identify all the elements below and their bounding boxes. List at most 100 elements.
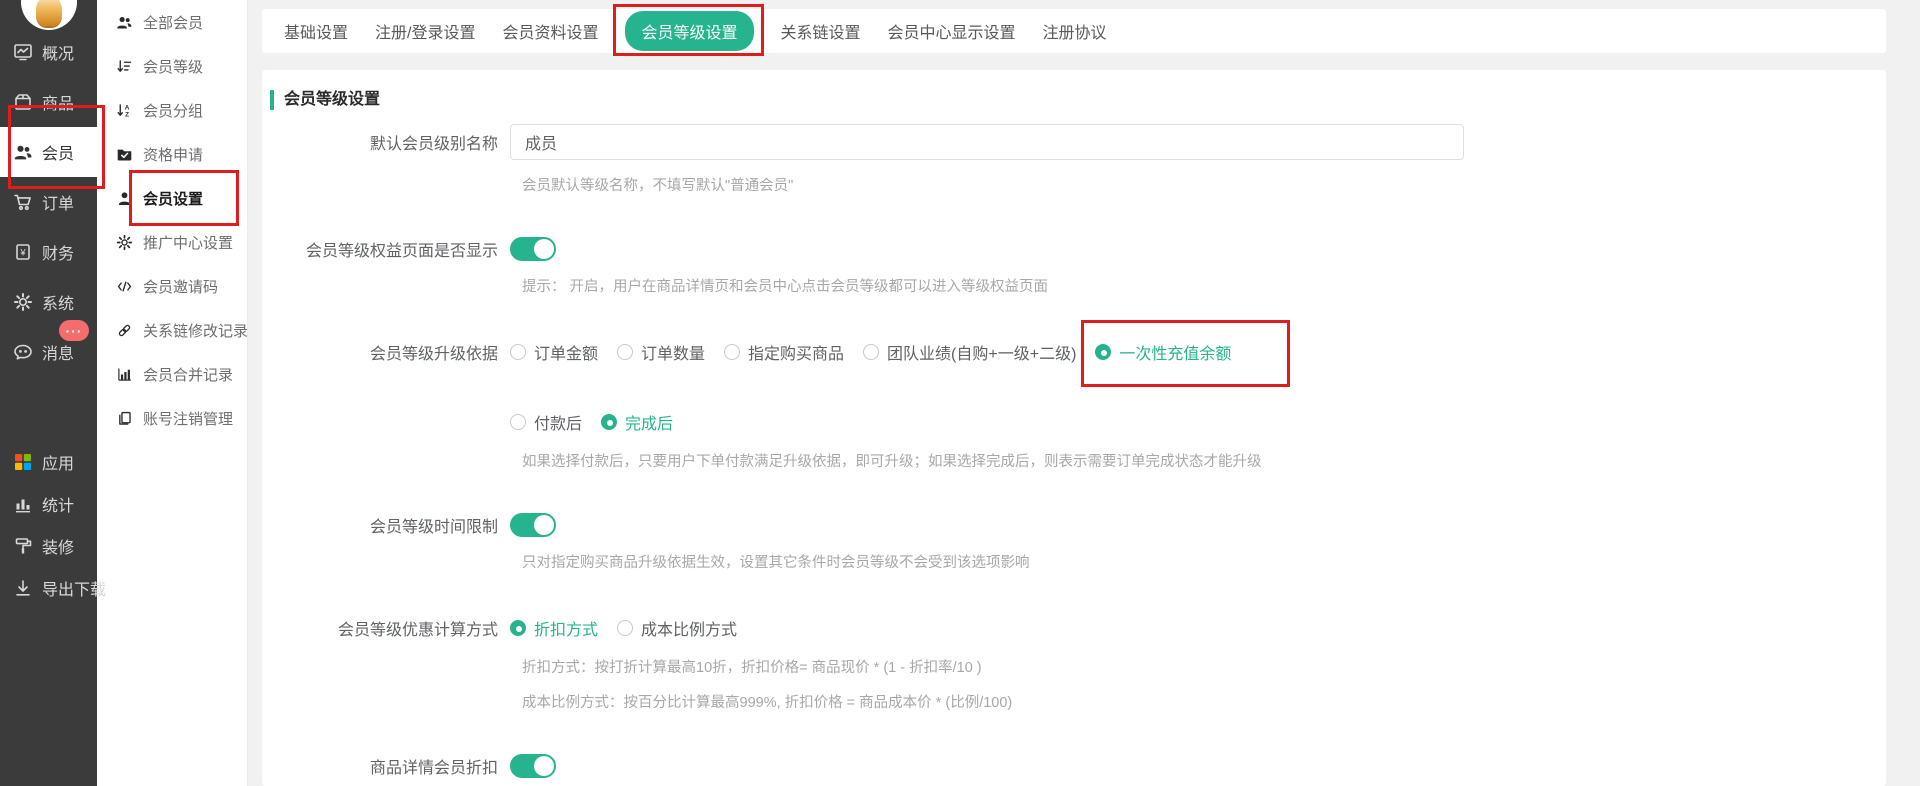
sub-sidebar-item-relation-chain-records[interactable]: 关系链修改记录 — [97, 308, 247, 352]
sub-sidebar-item-member-settings[interactable]: 会员设置 — [97, 176, 247, 220]
radio-option-one-time-recharge[interactable]: 一次性充值余额 — [1095, 340, 1231, 364]
app-root: 概况商品会员订单¥财务系统消息···应用统计装修导出下载 全部会员会员等级AZ会… — [0, 0, 1920, 786]
sub-sidebar-item-member-merge-records[interactable]: 会员合并记录 — [97, 352, 247, 396]
avatar-image — [36, 0, 62, 26]
sidebar-item-消息[interactable]: 消息··· — [0, 327, 97, 377]
gear-icon — [116, 234, 133, 251]
sort-level-icon — [116, 58, 133, 75]
link-icon — [116, 322, 133, 339]
radio-option-after-completion[interactable]: 完成后 — [601, 410, 673, 434]
radio-option-specified-product[interactable]: 指定购买商品 — [724, 340, 844, 364]
form-label-default-level-name: 默认会员级别名称 — [270, 130, 510, 154]
sidebar-item-统计[interactable]: 统计 — [0, 483, 97, 525]
radio-circle — [510, 414, 526, 430]
sidebar-item-label: 订单 — [42, 190, 74, 214]
form-row-upgrade-timing: 付款后 完成后 — [270, 408, 1866, 436]
radio-label: 订单金额 — [534, 340, 598, 364]
sidebar-item-导出下载[interactable]: 导出下载 — [0, 567, 97, 609]
tab-register-agreement[interactable]: 注册协议 — [1043, 19, 1107, 43]
users-icon — [116, 14, 133, 31]
sidebar-item-订单[interactable]: 订单 — [0, 177, 97, 227]
sidebar-item-概况[interactable]: 概况 — [0, 27, 97, 77]
radio-option-order-count[interactable]: 订单数量 — [617, 340, 705, 364]
upgrade-basis-radio-group: 订单金额订单数量指定购买商品 团队业绩(自购+一级+二级) 一次性充值余额 — [510, 338, 1866, 366]
orders-cart-icon — [13, 192, 33, 212]
sidebar-item-装修[interactable]: 装修 — [0, 525, 97, 567]
form-row-benefit-page-visible: 会员等级权益页面是否显示 — [270, 237, 1866, 261]
form-row-level-time-limit: 会员等级时间限制 — [270, 513, 1866, 537]
product-detail-discount-toggle[interactable] — [510, 754, 556, 778]
radio-label: 付款后 — [534, 410, 582, 434]
sidebar-item-系统[interactable]: 系统 — [0, 277, 97, 327]
radio-option-discount-mode[interactable]: 折扣方式 — [510, 616, 598, 640]
radio-option-cost-ratio-mode[interactable]: 成本比例方式 — [617, 616, 737, 640]
radio-option-after-payment[interactable]: 付款后 — [510, 410, 582, 434]
sub-sidebar-item-member-level[interactable]: 会员等级 — [97, 44, 247, 88]
sidebar-item-商品[interactable]: 商品 — [0, 77, 97, 127]
tab-member-level-settings[interactable]: 会员等级设置 — [625, 11, 753, 51]
form-label-product-detail-discount: 商品详情会员折扣 — [270, 754, 510, 778]
default-level-name-input[interactable] — [510, 124, 1464, 160]
sub-sidebar-item-qualification-apply[interactable]: 资格申请 — [97, 132, 247, 176]
radio-option-team-performance[interactable]: 团队业绩(自购+一级+二级) — [863, 340, 1076, 364]
primary-nav-group: 应用统计装修导出下载 — [0, 441, 97, 609]
radio-circle — [863, 344, 879, 360]
svg-text:A: A — [125, 104, 130, 111]
benefit-page-visible-toggle[interactable] — [510, 237, 556, 261]
sub-sidebar-item-label: 关系链修改记录 — [143, 320, 248, 341]
members-icon — [13, 142, 33, 162]
radio-circle — [510, 620, 526, 636]
helper-text: 如果选择付款后，只要用户下单付款满足升级依据，即可升级；如果选择完成后，则表示需… — [522, 453, 1866, 471]
form-label-level-time-limit: 会员等级时间限制 — [270, 513, 510, 537]
sub-sidebar-item-account-cancellation[interactable]: 账号注销管理 — [97, 396, 247, 440]
form-row-discount-calc-mode: 会员等级优惠计算方式折扣方式 成本比例方式 — [270, 614, 1866, 642]
sub-sidebar-item-label: 会员邀请码 — [143, 276, 218, 297]
primary-nav: 概况商品会员订单¥财务系统消息···应用统计装修导出下载 — [0, 0, 97, 609]
sub-sidebar-item-all-members[interactable]: 全部会员 — [97, 0, 247, 44]
tab-member-profile-settings[interactable]: 会员资料设置 — [502, 19, 598, 43]
sidebar-item-财务[interactable]: ¥财务 — [0, 227, 97, 277]
tab-member-center-display-settings[interactable]: 会员中心显示设置 — [888, 19, 1016, 43]
sub-sidebar-item-member-invite-code[interactable]: 会员邀请码 — [97, 264, 247, 308]
radio-label: 完成后 — [625, 410, 673, 434]
sidebar-item-label: 导出下载 — [42, 576, 106, 600]
code-icon — [116, 278, 133, 295]
form-label-upgrade-basis: 会员等级升级依据 — [270, 340, 510, 364]
messages-icon — [13, 342, 33, 362]
sub-sidebar-item-label: 会员分组 — [143, 100, 203, 121]
sidebar-item-label: 应用 — [42, 450, 74, 474]
main-content: 基础设置 注册/登录设置 会员资料设置 会员等级设置 关系链设置 会员中心显示设置 注册协议… — [247, 0, 1920, 786]
radio-circle — [617, 620, 633, 636]
tab-relation-chain-settings[interactable]: 关系链设置 — [781, 19, 861, 43]
sidebar-item-会员[interactable]: 会员 — [0, 127, 97, 177]
sidebar-item-label: 统计 — [42, 492, 74, 516]
helper-text: 成本比例方式：按百分比计算最高999%, 折扣价格 = 商品成本价 * (比例/… — [522, 694, 1866, 712]
sidebar-item-应用[interactable]: 应用 — [0, 441, 97, 483]
form-block-default-level-name: 默认会员级别名称会员默认等级名称，不填写默认"普通会员" — [270, 124, 1866, 195]
tab-basic-settings[interactable]: 基础设置 — [284, 19, 348, 43]
radio-option-order-amount[interactable]: 订单金额 — [510, 340, 598, 364]
sub-sidebar-item-promotion-center-settings[interactable]: 推广中心设置 — [97, 220, 247, 264]
radio-circle — [617, 344, 633, 360]
annotation-box-active-tab — [613, 4, 763, 56]
svg-text:Z: Z — [125, 111, 129, 118]
toggle-knob — [534, 515, 554, 535]
stats-icon — [13, 494, 33, 514]
settings-card: 会员等级设置 默认会员级别名称会员默认等级名称，不填写默认"普通会员"会员等级权… — [262, 70, 1886, 786]
sub-sidebar-item-member-group[interactable]: AZ 会员分组 — [97, 88, 247, 132]
dashboard-icon — [13, 42, 33, 62]
radio-label: 团队业绩(自购+一级+二级) — [887, 340, 1076, 364]
system-gear-icon — [13, 292, 33, 312]
sidebar-item-label: 消息 — [42, 340, 74, 364]
form-label-discount-calc-mode: 会员等级优惠计算方式 — [270, 616, 510, 640]
messages-badge: ··· — [59, 320, 89, 341]
person-icon — [116, 190, 133, 207]
form-label-benefit-page-visible: 会员等级权益页面是否显示 — [270, 237, 510, 261]
tab-register-login-settings[interactable]: 注册/登录设置 — [375, 19, 475, 43]
radio-label: 成本比例方式 — [641, 616, 737, 640]
sidebar-item-label: 装修 — [42, 534, 74, 558]
sub-sidebar-item-label: 会员合并记录 — [143, 364, 233, 385]
sort-alpha-icon: AZ — [116, 102, 133, 119]
level-time-limit-toggle[interactable] — [510, 513, 556, 537]
form-block-level-time-limit: 会员等级时间限制只对指定购买商品升级依据生效，设置其它条件时会员等级不会受到该选… — [270, 513, 1866, 572]
